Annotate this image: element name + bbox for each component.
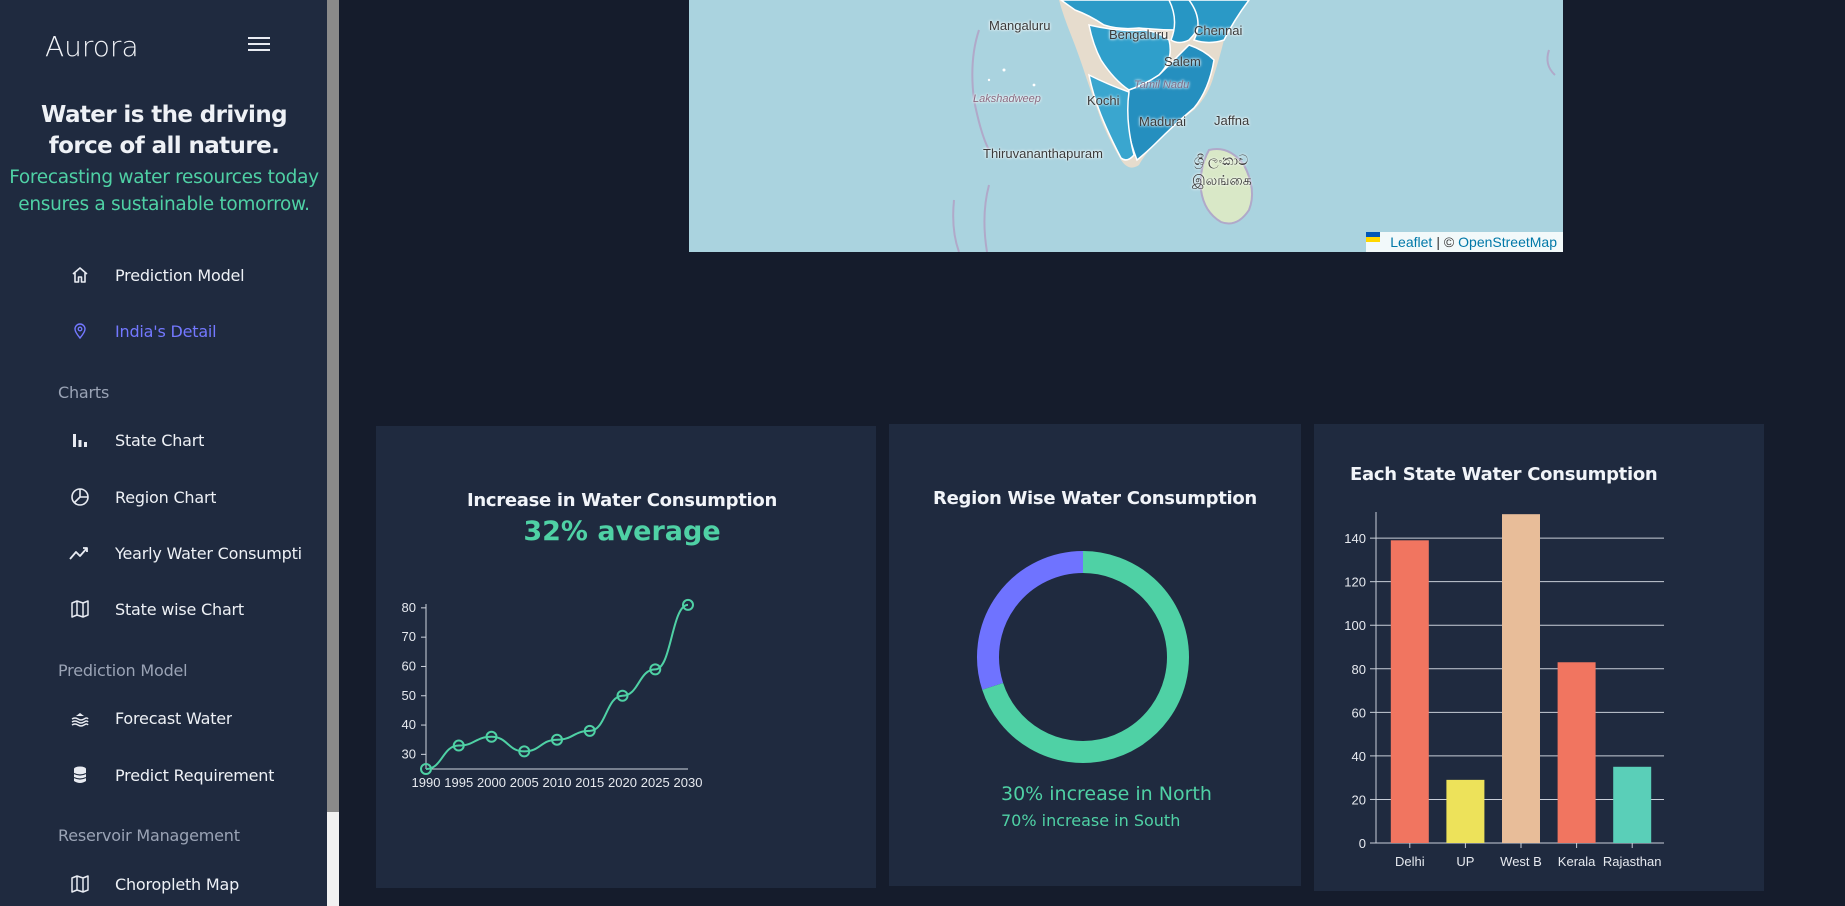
x-tick-label: 2020 xyxy=(608,775,637,790)
map-label-city: Kochi xyxy=(1087,93,1120,108)
south-increase-text: 70% increase in South xyxy=(1001,811,1181,830)
x-tick-label: Delhi xyxy=(1395,854,1425,869)
y-tick-label: 40 xyxy=(1352,749,1366,764)
section-title-reservoir-management: Reservoir Management xyxy=(58,826,240,845)
map-label-region: Tamil Nadu xyxy=(1134,79,1190,91)
sidebar-item-predict-requirement[interactable]: Predict Requirement xyxy=(58,755,318,795)
database-icon xyxy=(58,765,102,785)
map-attribution: Leaflet | © OpenStreetMap xyxy=(1366,232,1563,252)
bar-delhi xyxy=(1390,540,1429,843)
map-label-city: Salem xyxy=(1164,54,1201,69)
sidebar-item-label: India's Detail xyxy=(115,321,217,341)
sidebar-item-label: State wise Chart xyxy=(115,599,245,619)
bar-west-b xyxy=(1502,514,1540,843)
hero-quote: Water is the driving force of all nature… xyxy=(41,102,288,159)
x-tick-label: 2015 xyxy=(575,775,604,790)
north-increase-text: 30% increase in North xyxy=(1001,783,1212,805)
map-label-city: Jaffna xyxy=(1214,113,1250,128)
leaflet-link[interactable]: Leaflet xyxy=(1390,234,1432,250)
y-tick-label: 70 xyxy=(402,629,416,644)
water-icon xyxy=(58,709,102,727)
x-tick-label: UP xyxy=(1456,854,1474,869)
sidebar-item-label: Predict Requirement xyxy=(115,765,275,785)
bar-chart: 0 20 40 60 80 100 120 140 Delhi UP West B Kerala Raj… xyxy=(1344,512,1664,869)
section-title-charts: Charts xyxy=(58,383,110,402)
sidebar-item-yearly-water-consumption[interactable]: Yearly Water Consumpti xyxy=(58,533,318,573)
sidebar-item-label: Yearly Water Consumpti xyxy=(115,543,302,563)
sidebar: Aurora Water is the driving force of all… xyxy=(0,0,327,906)
brand-logo[interactable]: Aurora xyxy=(45,30,139,63)
card-water-consumption-increase: Increase in Water Consumption 32% averag… xyxy=(376,426,876,888)
app-root: Aurora Water is the driving force of all… xyxy=(0,0,1845,906)
sidebar-item-label: Forecast Water xyxy=(115,708,233,728)
x-tick-label: 1995 xyxy=(444,775,473,790)
y-tick-label: 80 xyxy=(402,600,416,615)
map-label-country: ශ්‍රී ලංකාව xyxy=(1194,152,1249,168)
y-tick-label: 60 xyxy=(402,658,416,673)
y-tick-label: 50 xyxy=(402,688,416,703)
map-label-city: Madurai xyxy=(1139,114,1186,129)
card-region-consumption: Region Wise Water Consumption 30% increa… xyxy=(889,424,1301,886)
bar-kerala xyxy=(1557,662,1596,843)
map-label-city: Bengaluru xyxy=(1109,27,1169,42)
hero-tagline: Forecasting water resources today ensure… xyxy=(9,167,319,215)
line-chart: 3040506070801990 1995 2000 2005 2010 2015 2020… xyxy=(402,598,703,790)
y-tick-label: 100 xyxy=(1344,618,1366,633)
map-label-region: Lakshadweep xyxy=(973,93,1041,105)
sidebar-item-label: State Chart xyxy=(115,430,205,450)
sidebar-scrollbar[interactable] xyxy=(327,0,339,906)
sidebar-item-forecast-water[interactable]: Forecast Water xyxy=(58,698,318,738)
attribution-separator: | © xyxy=(1436,234,1455,250)
y-tick-label: 60 xyxy=(1352,705,1366,720)
y-tick-label: 30 xyxy=(402,746,416,761)
x-tick-label: 1990 xyxy=(412,775,441,790)
sidebar-item-label: Region Chart xyxy=(115,487,217,507)
x-tick-label: 2030 xyxy=(674,775,703,790)
bar-up xyxy=(1446,779,1485,843)
home-icon xyxy=(58,265,102,285)
x-tick-label: Rajasthan xyxy=(1603,854,1662,869)
y-tick-label: 80 xyxy=(1352,662,1366,677)
sidebar-item-indias-detail[interactable]: India's Detail xyxy=(58,311,318,351)
map-icon xyxy=(58,599,102,619)
bar-rajasthan xyxy=(1613,766,1652,843)
sidebar-item-state-chart[interactable]: State Chart xyxy=(58,420,318,460)
section-title-prediction-model: Prediction Model xyxy=(58,661,188,680)
map-icon xyxy=(58,874,102,894)
map-label-city: Mangaluru xyxy=(989,18,1051,33)
scrollbar-thumb[interactable] xyxy=(327,0,339,812)
x-tick-label: West B xyxy=(1500,854,1542,869)
sidebar-item-choropleth-map[interactable]: Choropleth Map xyxy=(58,864,318,904)
sidebar-item-label: Prediction Model xyxy=(115,265,245,285)
y-tick-label: 20 xyxy=(1352,792,1366,807)
x-tick-label: 2010 xyxy=(543,775,572,790)
donut-slice-north xyxy=(977,551,1084,690)
sidebar-item-label: Choropleth Map xyxy=(115,874,240,894)
sidebar-item-region-chart[interactable]: Region Chart xyxy=(58,477,318,517)
sidebar-item-state-wise-chart[interactable]: State wise Chart xyxy=(58,589,318,629)
trend-line-icon xyxy=(58,545,102,561)
x-tick-label: 2025 xyxy=(641,775,670,790)
x-tick-label: Kerala xyxy=(1558,854,1596,869)
y-tick-label: 40 xyxy=(402,717,416,732)
x-tick-label: 2005 xyxy=(510,775,539,790)
map-label-city: Thiruvananthapuram xyxy=(983,146,1103,161)
card-state-consumption: Each State Water Consumption 0 20 40 60 80 10… xyxy=(1314,424,1764,891)
ukraine-flag-icon xyxy=(1366,232,1386,247)
location-pin-icon xyxy=(58,322,102,340)
y-tick-label: 0 xyxy=(1359,836,1366,851)
map-label-country: இலங்கை xyxy=(1192,172,1252,188)
x-tick-label: 2000 xyxy=(477,775,506,790)
openstreetmap-link[interactable]: OpenStreetMap xyxy=(1458,234,1557,250)
india-map[interactable]: Mangaluru Bengaluru Chennai Salem Tamil … xyxy=(689,0,1563,252)
hamburger-menu-icon[interactable] xyxy=(248,37,270,53)
sidebar-item-prediction-model[interactable]: Prediction Model xyxy=(58,255,318,295)
y-tick-label: 140 xyxy=(1344,531,1366,546)
map-label-city: Chennai xyxy=(1194,23,1243,38)
y-tick-label: 120 xyxy=(1344,575,1366,590)
bar-chart-icon xyxy=(58,431,102,449)
pie-chart-icon xyxy=(58,487,102,507)
